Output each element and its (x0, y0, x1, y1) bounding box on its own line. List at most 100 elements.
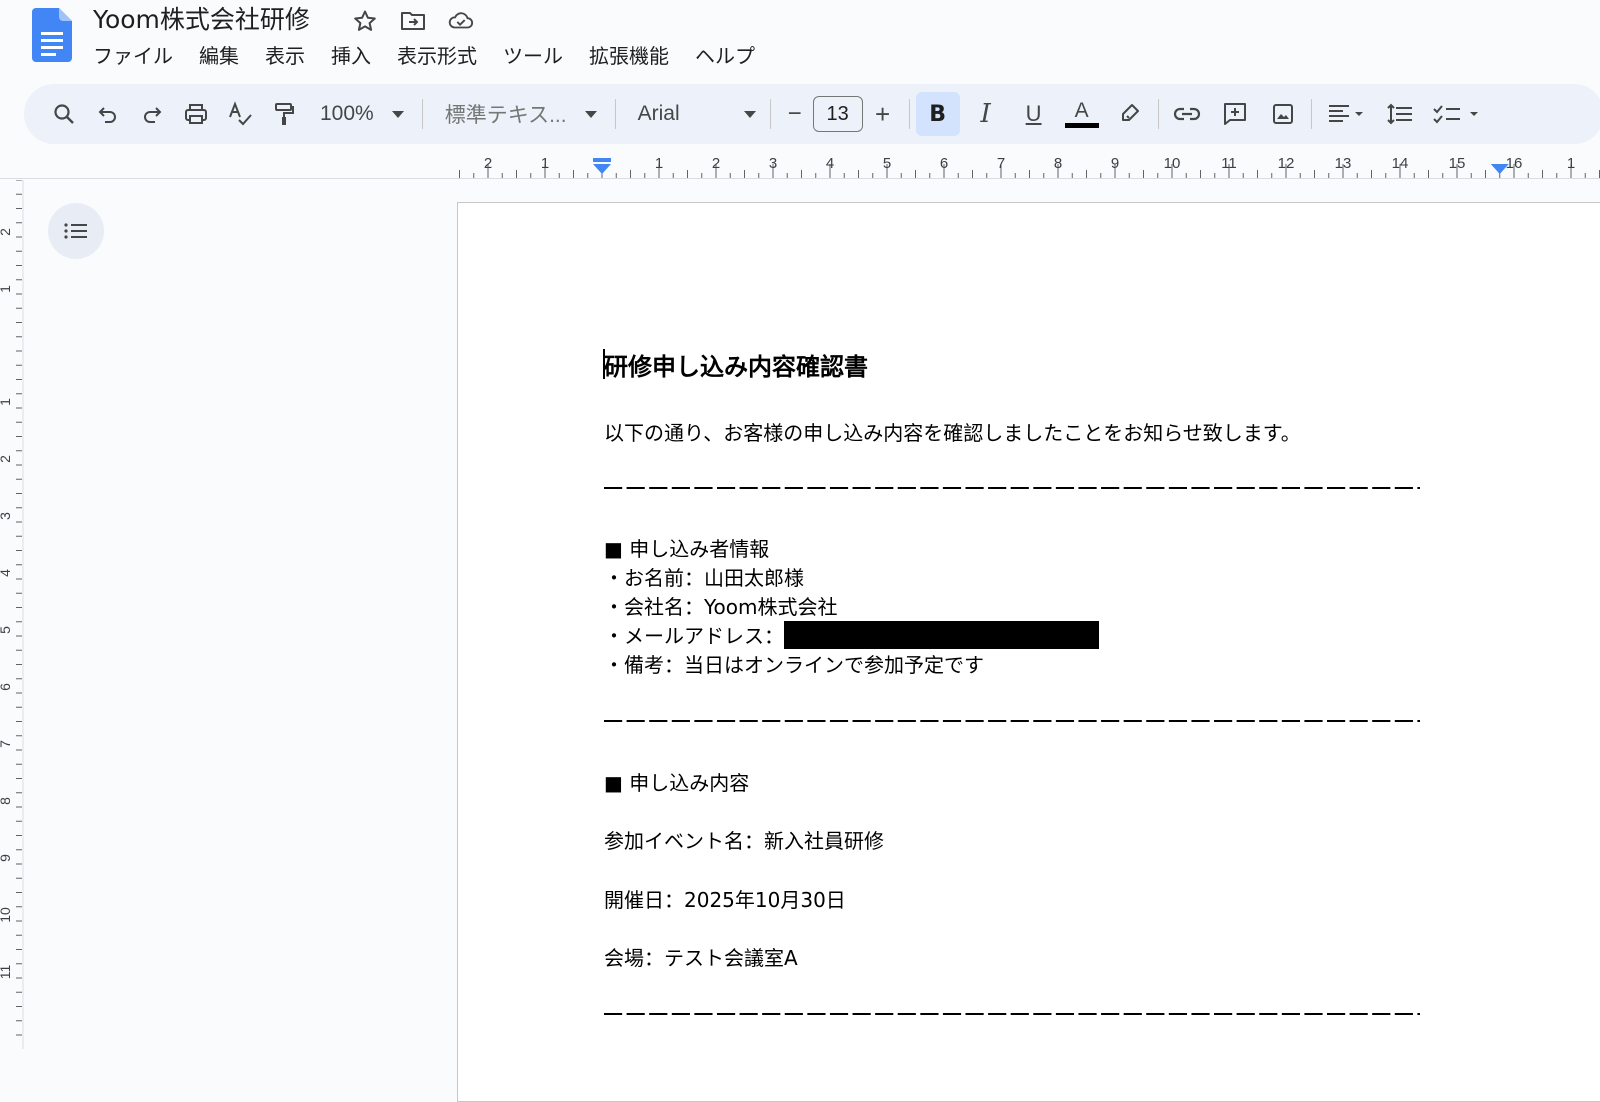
spelling-grammar-button[interactable] (218, 92, 262, 136)
add-comment-icon (1223, 103, 1246, 125)
chevron-down-icon (391, 110, 404, 118)
checklist-button[interactable] (1428, 92, 1488, 136)
dashed-divider (604, 1013, 1420, 1015)
applicant-email: ・メールアドレス： (604, 620, 1099, 649)
line-spacing-button[interactable] (1378, 92, 1422, 136)
ruler-label: 3 (0, 512, 13, 520)
redo-button[interactable] (130, 92, 174, 136)
event-date: 開催日：2025年10月30日 (604, 888, 846, 912)
title-actions (352, 8, 474, 34)
divider (421, 99, 423, 129)
add-comment-button[interactable] (1213, 92, 1257, 136)
ruler-label: 9 (1111, 155, 1119, 172)
chevron-down-icon (743, 110, 756, 118)
ruler-label: 12 (1278, 155, 1295, 172)
applicant-company: ・会社名：Yoom株式会社 (604, 595, 838, 619)
ruler-label: 1 (0, 285, 13, 293)
underline-button[interactable]: U (1012, 92, 1056, 136)
divider (769, 99, 771, 129)
text-color-swatch (1064, 122, 1099, 128)
highlight-color-button[interactable] (1108, 92, 1152, 136)
menu-help[interactable]: ヘルプ (695, 42, 767, 70)
document-page[interactable]: 研修申し込み内容確認書 以下の通り、お客様の申し込み内容を確認しましたことをお知… (457, 202, 1600, 1102)
document-outline-button[interactable] (48, 203, 104, 259)
search-menus-button[interactable] (42, 92, 86, 136)
ruler-label: 11 (1221, 155, 1237, 172)
menu-insert[interactable]: 挿入 (331, 42, 383, 70)
ruler-label: 10 (0, 907, 13, 923)
menu-format[interactable]: 表示形式 (397, 42, 489, 70)
undo-button[interactable] (86, 92, 130, 136)
cloud-saved-icon[interactable] (448, 8, 474, 34)
ruler-label: 11 (0, 965, 13, 980)
align-left-icon (1328, 105, 1363, 122)
ruler-label: 1 (1567, 155, 1575, 172)
menu-tools[interactable]: ツール (503, 42, 575, 70)
ruler-label: 6 (940, 155, 948, 172)
ruler-label: 15 (1449, 155, 1466, 172)
insert-image-button[interactable] (1261, 92, 1305, 136)
ruler-label: 1 (541, 155, 549, 172)
move-to-folder-icon[interactable] (400, 8, 426, 34)
italic-icon: I (980, 99, 991, 129)
divider (1157, 99, 1159, 129)
google-docs-logo-icon[interactable] (32, 8, 72, 62)
image-icon (1272, 104, 1293, 124)
ruler-label: 1 (0, 398, 13, 406)
spellcheck-icon (229, 101, 252, 126)
bold-button[interactable]: B (915, 92, 960, 136)
paint-format-button[interactable] (262, 92, 306, 136)
ruler-label: 4 (0, 569, 13, 577)
font-select[interactable]: Arial (638, 92, 756, 136)
dashed-divider (604, 720, 1420, 722)
ruler-label: 7 (997, 155, 1005, 172)
increase-font-size-button[interactable]: + (863, 92, 903, 136)
font-size-input[interactable]: 13 (812, 96, 863, 132)
print-button[interactable] (174, 92, 218, 136)
ruler-label: 2 (712, 155, 720, 172)
ruler-label: 2 (0, 228, 13, 236)
ruler-label: 3 (769, 155, 777, 172)
applicant-note: ・備考：当日はオンラインで参加予定です (604, 653, 984, 677)
left-indent-marker[interactable] (593, 164, 611, 174)
applicant-name: ・お名前：山田太郎様 (604, 566, 804, 590)
section-heading-content: ■ 申し込み内容 (604, 771, 750, 795)
ruler-label: 8 (0, 797, 13, 805)
ruler-label: 7 (0, 740, 13, 748)
ruler-label: 5 (883, 155, 891, 172)
ruler-label: 9 (0, 854, 13, 862)
menu-edit[interactable]: 編集 (199, 42, 251, 70)
document-title[interactable]: Yoom株式会社研修 (93, 4, 310, 36)
zoom-select[interactable]: 100% (320, 92, 404, 136)
style-value: 標準テキス... (444, 104, 567, 127)
event-venue: 会場：テスト会議室A (604, 946, 798, 970)
ruler-label: 4 (826, 155, 834, 172)
star-icon[interactable] (352, 8, 378, 34)
ruler-label: 10 (1164, 155, 1181, 172)
align-button[interactable] (1318, 92, 1374, 136)
text-color-button[interactable]: A (1060, 92, 1104, 136)
menu-extensions[interactable]: 拡張機能 (589, 42, 681, 70)
toolbar: 100% 標準テキス... Arial − 13 + B I U A (24, 84, 1600, 144)
document-heading: 研修申し込み内容確認書 (604, 353, 868, 381)
first-line-indent-marker[interactable] (593, 158, 611, 162)
menu-file[interactable]: ファイル (93, 42, 185, 70)
styles-select[interactable]: 標準テキス... (445, 92, 597, 136)
line-spacing-icon (1386, 103, 1412, 125)
vertical-ruler[interactable]: 211234567891011 (0, 180, 24, 1049)
event-name: 参加イベント名：新入社員研修 (604, 829, 884, 853)
divider (1310, 99, 1312, 129)
section-heading-applicant: ■ 申し込み者情報 (604, 537, 770, 561)
bold-icon: B (929, 101, 946, 127)
menu-view[interactable]: 表示 (265, 42, 317, 70)
italic-button[interactable]: I (964, 92, 1008, 136)
ruler-label: 2 (0, 455, 13, 463)
print-icon (185, 104, 207, 124)
underline-icon: U (1025, 101, 1042, 126)
ruler-label: 1 (655, 155, 663, 172)
insert-link-button[interactable] (1165, 92, 1209, 136)
decrease-font-size-button[interactable]: − (777, 92, 813, 136)
dashed-divider (604, 487, 1420, 489)
horizontal-ruler[interactable]: 2 1 1 2 3 4 5 6 7 8 9 10 11 12 13 14 15 16 1 (458, 150, 1600, 180)
ruler-label: 5 (0, 626, 13, 634)
